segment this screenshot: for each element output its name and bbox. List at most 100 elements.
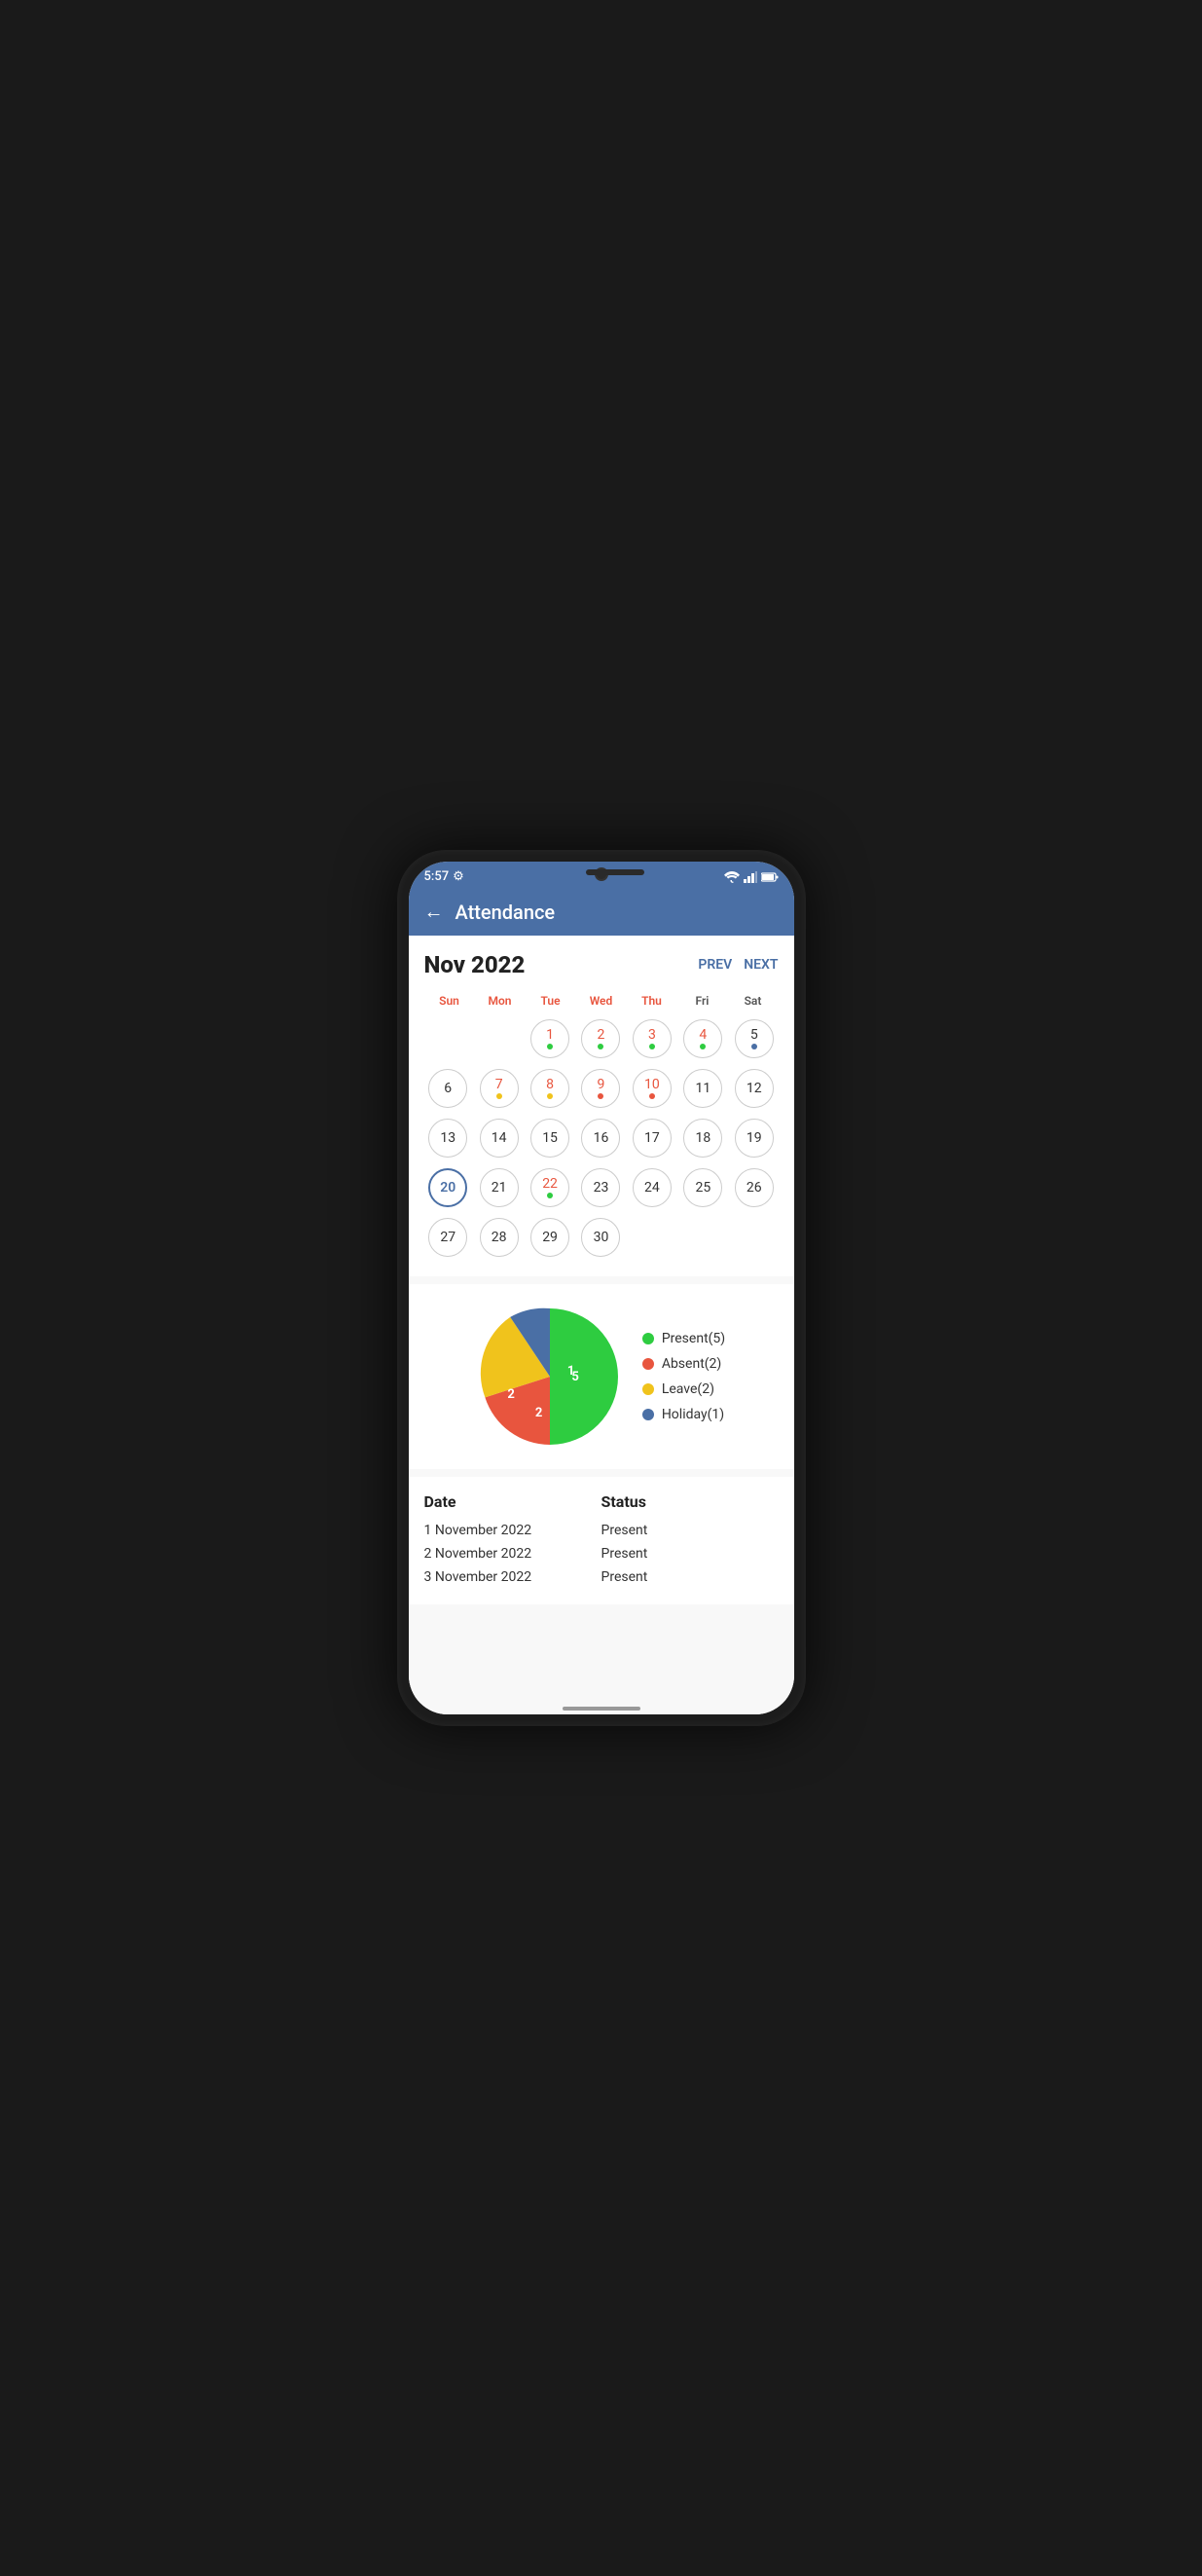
cal-cell-16[interactable]: 16 <box>577 1115 625 1161</box>
cal-cell-6[interactable]: 6 <box>424 1065 472 1112</box>
wifi-icon <box>724 871 740 883</box>
legend-label-present: Present(5) <box>662 1331 725 1346</box>
dot-2 <box>598 1044 603 1049</box>
cal-cell-8[interactable]: 8 <box>526 1065 573 1112</box>
day-number-7: 7 <box>495 1078 503 1091</box>
time-display: 5:57 <box>424 869 450 884</box>
cal-cell-25[interactable]: 25 <box>679 1164 727 1211</box>
legend-label-absent: Absent(2) <box>662 1356 722 1372</box>
cal-cell-5[interactable]: 5 <box>730 1015 778 1062</box>
cal-cell-3[interactable]: 3 <box>628 1015 675 1062</box>
chart-legend: Present(5) Absent(2) Leave(2) Holiday(1) <box>642 1331 725 1422</box>
cal-cell-23[interactable]: 23 <box>577 1164 625 1211</box>
cal-cell-empty4 <box>679 1214 727 1261</box>
day-number-15: 15 <box>542 1131 558 1145</box>
cal-cell-9[interactable]: 9 <box>577 1065 625 1112</box>
legend-holiday: Holiday(1) <box>642 1407 725 1422</box>
cal-cell-26[interactable]: 26 <box>730 1164 778 1211</box>
cal-cell-4[interactable]: 4 <box>679 1015 727 1062</box>
cal-cell-1[interactable]: 1 <box>526 1015 573 1062</box>
cal-cell-2[interactable]: 2 <box>577 1015 625 1062</box>
pie-chart: 1 2 2 5 <box>477 1304 623 1450</box>
cal-cell-14[interactable]: 14 <box>475 1115 523 1161</box>
day-header-tue: Tue <box>526 990 576 1012</box>
next-button[interactable]: NEXT <box>744 957 778 973</box>
scroll-content[interactable]: Nov 2022 PREV NEXT Sun Mon Tue Wed Thu F… <box>409 936 794 1701</box>
dot-8 <box>547 1093 553 1099</box>
day-number-29: 29 <box>542 1231 558 1244</box>
day-number-6: 6 <box>444 1082 452 1095</box>
day-number-11: 11 <box>695 1082 710 1095</box>
attendance-table-section: Date Status 1 November 2022 Present 2 No… <box>409 1477 794 1604</box>
status-time: 5:57 ⚙ <box>424 869 464 884</box>
dot-4 <box>700 1044 706 1049</box>
cal-cell-21[interactable]: 21 <box>475 1164 523 1211</box>
day-number-4: 4 <box>699 1028 707 1042</box>
settings-icon: ⚙ <box>453 869 464 884</box>
cal-cell-28[interactable]: 28 <box>475 1214 523 1261</box>
day-number-13: 13 <box>440 1131 455 1145</box>
legend-dot-holiday <box>642 1409 654 1420</box>
day-number-22: 22 <box>542 1177 558 1191</box>
day-number-12: 12 <box>747 1082 762 1095</box>
legend-label-holiday: Holiday(1) <box>662 1407 724 1422</box>
col-header-status: Status <box>601 1492 779 1511</box>
cal-cell-10[interactable]: 10 <box>628 1065 675 1112</box>
day-number-25: 25 <box>695 1181 710 1195</box>
cal-cell-7[interactable]: 7 <box>475 1065 523 1112</box>
day-header-sun: Sun <box>424 990 475 1012</box>
page-title: Attendance <box>455 901 556 924</box>
date-1: 2 November 2022 <box>424 1546 601 1562</box>
day-number-26: 26 <box>747 1181 762 1195</box>
cal-cell-19[interactable]: 19 <box>730 1115 778 1161</box>
dot-1 <box>547 1044 553 1049</box>
cal-cell-15[interactable]: 15 <box>526 1115 573 1161</box>
date-2: 3 November 2022 <box>424 1569 601 1585</box>
day-number-28: 28 <box>492 1231 507 1244</box>
cal-cell-13[interactable]: 13 <box>424 1115 472 1161</box>
dot-5 <box>751 1044 757 1049</box>
day-header-mon: Mon <box>475 990 526 1012</box>
legend-dot-present <box>642 1333 654 1344</box>
cal-cell-24[interactable]: 24 <box>628 1164 675 1211</box>
day-number-17: 17 <box>644 1131 660 1145</box>
pie-chart-svg <box>477 1304 623 1450</box>
day-number-27: 27 <box>440 1231 455 1244</box>
phone-frame: 5:57 ⚙ <box>397 850 806 1726</box>
calendar-header: Nov 2022 PREV NEXT <box>424 951 779 978</box>
day-number-23: 23 <box>594 1181 609 1195</box>
cal-cell-empty2 <box>475 1015 523 1062</box>
dot-10 <box>649 1093 655 1099</box>
dot-3 <box>649 1044 655 1049</box>
signal-icon <box>744 871 757 883</box>
cal-cell-29[interactable]: 29 <box>526 1214 573 1261</box>
cal-cell-empty1 <box>424 1015 472 1062</box>
cal-cell-18[interactable]: 18 <box>679 1115 727 1161</box>
cal-cell-22[interactable]: 22 <box>526 1164 573 1211</box>
cal-cell-17[interactable]: 17 <box>628 1115 675 1161</box>
day-number-9: 9 <box>598 1078 605 1091</box>
day-headers: Sun Mon Tue Wed Thu Fri Sat <box>424 990 779 1012</box>
chart-section: 1 2 2 5 Present(5) Absent(2) <box>409 1284 794 1469</box>
phone-screen: 5:57 ⚙ <box>409 862 794 1714</box>
cal-cell-20[interactable]: 20 <box>424 1164 472 1211</box>
day-number-3: 3 <box>648 1028 656 1042</box>
day-number-8: 8 <box>546 1078 554 1091</box>
back-button[interactable]: ← <box>424 900 444 924</box>
cal-cell-12[interactable]: 12 <box>730 1065 778 1112</box>
day-number-14: 14 <box>492 1131 507 1145</box>
cal-cell-11[interactable]: 11 <box>679 1065 727 1112</box>
day-number-16: 16 <box>594 1131 609 1145</box>
status-2: Present <box>601 1569 779 1585</box>
col-header-date: Date <box>424 1492 601 1511</box>
cal-cell-27[interactable]: 27 <box>424 1214 472 1261</box>
prev-button[interactable]: PREV <box>698 957 732 973</box>
calendar-section: Nov 2022 PREV NEXT Sun Mon Tue Wed Thu F… <box>409 936 794 1276</box>
legend-present: Present(5) <box>642 1331 725 1346</box>
cal-cell-30[interactable]: 30 <box>577 1214 625 1261</box>
status-icons <box>724 871 779 883</box>
pie-present <box>550 1308 618 1445</box>
date-0: 1 November 2022 <box>424 1523 601 1538</box>
day-number-5: 5 <box>750 1028 758 1042</box>
dot-9 <box>598 1093 603 1099</box>
